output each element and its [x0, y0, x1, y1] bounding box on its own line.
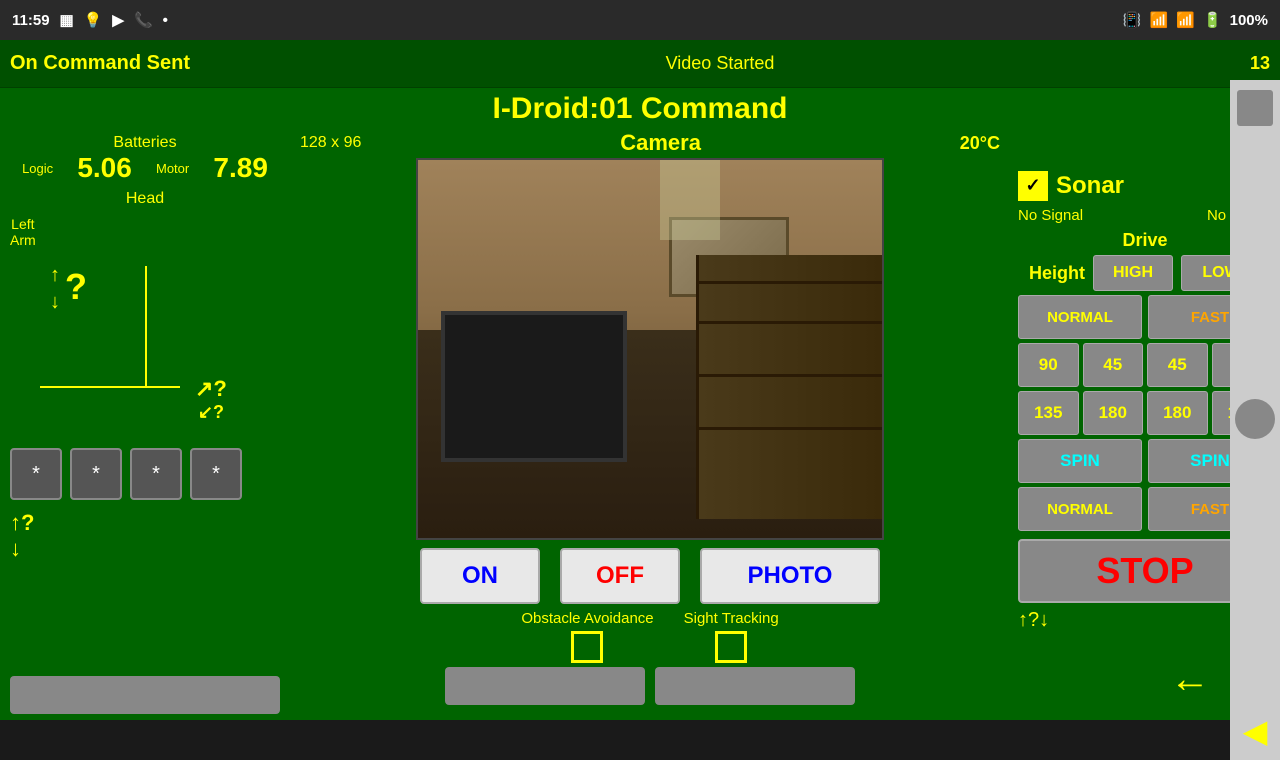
on-command-sent-label: On Command Sent: [10, 52, 190, 75]
top-bar: On Command Sent Video Started 13: [0, 40, 1280, 88]
logic-label: Logic: [22, 161, 53, 176]
camera-temperature: 20°C: [960, 133, 1000, 154]
sight-tracking-checkbox[interactable]: [715, 631, 747, 663]
left-arm-question: ↑?↓: [10, 510, 280, 562]
arrow-down-icon: ↓: [50, 291, 60, 314]
left-slider-1[interactable]: [10, 676, 280, 714]
battery-icon: 🔋: [1203, 11, 1222, 29]
camera-feed: [416, 158, 884, 540]
off-button[interactable]: OFF: [560, 548, 680, 604]
motor-label: Motor: [156, 161, 189, 176]
tracking-row: Obstacle Avoidance Sight Tracking: [521, 610, 778, 663]
star-button-1[interactable]: *: [10, 448, 62, 500]
status-left: 11:59 ▦ 💡 ▶ 📞 •: [12, 11, 168, 29]
head-question-mark: ?: [65, 266, 87, 308]
bottom-sliders: [10, 676, 280, 714]
back-arrow-icon[interactable]: ◀: [1243, 712, 1268, 750]
head-vertical-line: [145, 266, 147, 386]
vibrate-icon: 📳: [1123, 11, 1142, 29]
head-control-area: ↑ ↓ ? ↗? ↙?: [10, 256, 280, 436]
normal-button-1[interactable]: NORMAL: [1018, 295, 1142, 339]
height-label: Height: [1029, 263, 1085, 284]
obstacle-avoidance-label: Obstacle Avoidance: [521, 610, 653, 627]
batteries-section: Batteries Logic 5.06 Motor 7.89: [10, 134, 280, 184]
frame-count: 13: [1250, 53, 1270, 74]
angle-180-1[interactable]: 180: [1083, 391, 1144, 435]
youtube-icon: ▶: [112, 11, 124, 29]
message-icon: ▦: [60, 11, 74, 29]
normal-button-2[interactable]: NORMAL: [1018, 487, 1142, 531]
spin-button-1[interactable]: SPIN: [1018, 439, 1142, 483]
status-bar: 11:59 ▦ 💡 ▶ 📞 • 📳 📶 📶 🔋 100%: [0, 0, 1280, 40]
content-area: Batteries Logic 5.06 Motor 7.89 Head Lef…: [0, 128, 1280, 720]
room-scene: [418, 160, 882, 538]
body-question-mark: ↗? ↙?: [195, 376, 227, 423]
arrow-left-bottom: ←: [1170, 657, 1210, 702]
scrollbar-area: ◀: [1230, 80, 1280, 760]
bulb-icon: 💡: [84, 11, 103, 29]
motor-value: 7.89: [213, 152, 268, 184]
room-tv: [441, 311, 627, 462]
angle-135-1[interactable]: 135: [1018, 391, 1079, 435]
on-button[interactable]: ON: [420, 548, 540, 604]
angle-90-1[interactable]: 90: [1018, 343, 1079, 387]
star-buttons-row: * * * *: [10, 448, 280, 500]
sonar-label: Sonar: [1056, 172, 1124, 200]
camera-resolution: 128 x 96: [300, 134, 361, 152]
room-shelves: [696, 255, 882, 520]
dot-icon: •: [163, 12, 168, 29]
scroll-circle[interactable]: [1235, 399, 1275, 439]
angle-45-2[interactable]: 45: [1147, 343, 1208, 387]
photo-button[interactable]: PHOTO: [700, 548, 880, 604]
wifi-icon: 📶: [1150, 11, 1169, 29]
title-row: I-Droid:01 Command: [0, 88, 1280, 128]
main-title: I-Droid:01 Command: [492, 92, 787, 125]
head-horizontal-line: [40, 386, 180, 388]
star-button-2[interactable]: *: [70, 448, 122, 500]
batteries-label: Batteries: [10, 134, 280, 152]
left-arm-label: LeftArm: [10, 216, 36, 248]
camera-slider-1[interactable]: [445, 667, 645, 705]
control-buttons-row: ON OFF PHOTO: [294, 548, 1006, 604]
obstacle-avoidance-checkbox[interactable]: [571, 631, 603, 663]
star-button-4[interactable]: *: [190, 448, 242, 500]
camera-label: Camera: [620, 130, 701, 156]
star-button-3[interactable]: *: [130, 448, 182, 500]
signal-icon: 📶: [1176, 11, 1195, 29]
room-window: [660, 160, 720, 240]
sight-tracking-label: Sight Tracking: [684, 610, 779, 627]
camera-panel: 128 x 96 Camera 20°C: [290, 128, 1010, 720]
camera-info-row: 128 x 96 Camera 20°C: [294, 128, 1006, 158]
logic-value: 5.06: [77, 152, 132, 184]
sight-tracking-section: Sight Tracking: [684, 610, 779, 663]
angle-45-1[interactable]: 45: [1083, 343, 1144, 387]
angle-180-2[interactable]: 180: [1147, 391, 1208, 435]
arrow-up-icon: ↑: [50, 264, 60, 287]
scroll-thumb-top[interactable]: [1237, 90, 1273, 126]
signal-1-label: No Signal: [1018, 207, 1083, 224]
obstacle-avoidance-section: Obstacle Avoidance: [521, 610, 653, 663]
status-right: 📳 📶 📶 🔋 100%: [1123, 11, 1268, 29]
left-panel: Batteries Logic 5.06 Motor 7.89 Head Lef…: [0, 128, 290, 720]
head-label: Head: [10, 190, 280, 208]
battery-percent: 100%: [1230, 12, 1268, 29]
bottom-camera-sliders: [294, 667, 1006, 705]
video-started-label: Video Started: [666, 53, 775, 74]
phone-icon: 📞: [134, 11, 153, 29]
sonar-checkbox[interactable]: ✓: [1018, 171, 1048, 201]
app-container: On Command Sent Video Started 13 I-Droid…: [0, 40, 1280, 720]
high-button[interactable]: HIGH: [1093, 255, 1173, 291]
arm-indicators: LeftArm: [10, 216, 280, 248]
time-display: 11:59: [12, 12, 50, 29]
camera-slider-2[interactable]: [655, 667, 855, 705]
battery-row: Logic 5.06 Motor 7.89: [10, 152, 280, 184]
